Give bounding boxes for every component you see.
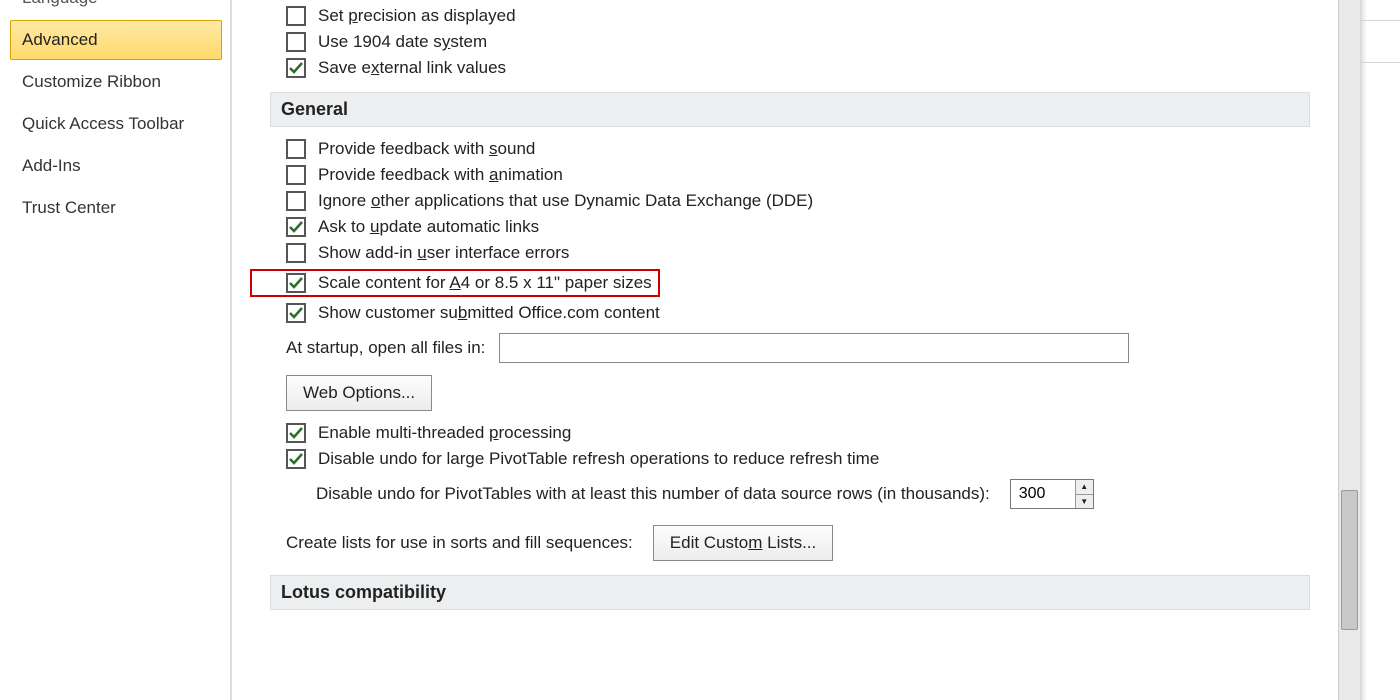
checkbox-feedback-sound[interactable]	[286, 139, 306, 159]
option-scale-a4[interactable]: Scale content for A4 or 8.5 x 11" paper …	[252, 273, 652, 293]
spinner-arrows: ▲ ▼	[1075, 480, 1093, 508]
option-set-precision[interactable]: Set precision as displayed	[270, 6, 1310, 26]
startup-files-row: At startup, open all files in:	[270, 333, 1310, 363]
checkbox-set-precision[interactable]	[286, 6, 306, 26]
undo-threshold-row: Disable undo for PivotTables with at lea…	[270, 479, 1310, 509]
spinner-down-icon[interactable]: ▼	[1076, 495, 1093, 509]
option-label: Ignore other applications that use Dynam…	[318, 191, 813, 211]
option-ask-update-links[interactable]: Ask to update automatic links	[270, 217, 1310, 237]
startup-files-input[interactable]	[499, 333, 1129, 363]
scrollbar-vertical[interactable]	[1338, 0, 1360, 700]
option-feedback-sound[interactable]: Provide feedback with sound	[270, 139, 1310, 159]
main-wrapper: Set precision as displayed Use 1904 date…	[232, 0, 1360, 700]
option-label: Provide feedback with animation	[318, 165, 563, 185]
web-options-button[interactable]: Web Options...	[286, 375, 432, 411]
undo-threshold-input[interactable]	[1011, 480, 1075, 508]
checkbox-ask-update-links[interactable]	[286, 217, 306, 237]
checkbox-show-officecom-content[interactable]	[286, 303, 306, 323]
option-label: Provide feedback with sound	[318, 139, 535, 159]
option-disable-undo-pivottable[interactable]: Disable undo for large PivotTable refres…	[270, 449, 1310, 469]
checkbox-feedback-animation[interactable]	[286, 165, 306, 185]
startup-files-label: At startup, open all files in:	[286, 338, 485, 358]
checkbox-1904-date[interactable]	[286, 32, 306, 52]
option-label: Save external link values	[318, 58, 506, 78]
option-label: Set precision as displayed	[318, 6, 516, 26]
options-sidebar: Language Advanced Customize Ribbon Quick…	[0, 0, 232, 700]
custom-lists-row: Create lists for use in sorts and fill s…	[270, 525, 1310, 561]
checkbox-multithreaded[interactable]	[286, 423, 306, 443]
option-label: Scale content for A4 or 8.5 x 11" paper …	[318, 273, 652, 293]
option-label: Show customer submitted Office.com conte…	[318, 303, 660, 323]
option-label: Ask to update automatic links	[318, 217, 539, 237]
option-label: Disable undo for large PivotTable refres…	[318, 449, 879, 469]
option-show-addin-errors[interactable]: Show add-in user interface errors	[270, 243, 1310, 263]
option-label: Use 1904 date system	[318, 32, 487, 52]
section-header-lotus: Lotus compatibility	[270, 575, 1310, 610]
option-feedback-animation[interactable]: Provide feedback with animation	[270, 165, 1310, 185]
section-header-general: General	[270, 92, 1310, 127]
sidebar-item-trust-center[interactable]: Trust Center	[10, 188, 222, 228]
sidebar-item-customize-ribbon[interactable]: Customize Ribbon	[10, 62, 222, 102]
edit-custom-lists-button[interactable]: Edit Custom Lists...	[653, 525, 833, 561]
checkbox-disable-undo-pivottable[interactable]	[286, 449, 306, 469]
option-ignore-dde[interactable]: Ignore other applications that use Dynam…	[270, 191, 1310, 211]
option-1904-date[interactable]: Use 1904 date system	[270, 32, 1310, 52]
option-label: Enable multi-threaded processing	[318, 423, 571, 443]
checkbox-external-link-values[interactable]	[286, 58, 306, 78]
background-spreadsheet-sliver	[1360, 0, 1400, 700]
highlighted-option-scale-a4: Scale content for A4 or 8.5 x 11" paper …	[250, 269, 660, 297]
sidebar-item-quick-access-toolbar[interactable]: Quick Access Toolbar	[10, 104, 222, 144]
spinner-up-icon[interactable]: ▲	[1076, 480, 1093, 495]
option-label: Show add-in user interface errors	[318, 243, 569, 263]
sidebar-item-add-ins[interactable]: Add-Ins	[10, 146, 222, 186]
sidebar-item-language[interactable]: Language	[10, 0, 222, 18]
checkbox-ignore-dde[interactable]	[286, 191, 306, 211]
option-multithreaded[interactable]: Enable multi-threaded processing	[270, 423, 1310, 443]
option-external-link-values[interactable]: Save external link values	[270, 58, 1310, 78]
scrollbar-thumb[interactable]	[1341, 490, 1358, 630]
sidebar-item-advanced[interactable]: Advanced	[10, 20, 222, 60]
undo-threshold-spinner[interactable]: ▲ ▼	[1010, 479, 1094, 509]
checkbox-scale-a4[interactable]	[286, 273, 306, 293]
undo-threshold-label: Disable undo for PivotTables with at lea…	[316, 484, 990, 504]
options-main-panel: Set precision as displayed Use 1904 date…	[232, 0, 1338, 700]
custom-lists-label: Create lists for use in sorts and fill s…	[286, 533, 633, 553]
checkbox-show-addin-errors[interactable]	[286, 243, 306, 263]
option-show-officecom-content[interactable]: Show customer submitted Office.com conte…	[270, 303, 1310, 323]
